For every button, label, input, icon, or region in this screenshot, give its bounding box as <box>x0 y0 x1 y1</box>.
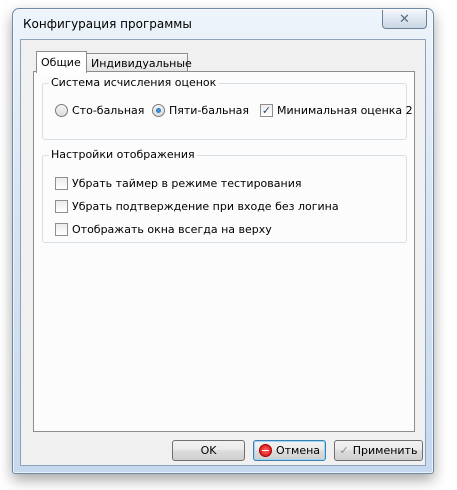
radio-selected-icon[interactable] <box>152 104 165 117</box>
checkbox-hide-timer[interactable]: Убрать таймер в режиме тестирования <box>55 177 301 190</box>
cancel-button[interactable]: Отмена <box>253 440 326 461</box>
radio-hundred-point[interactable]: Сто-бальная <box>55 104 144 117</box>
window-title: Конфигурация программы <box>23 17 192 31</box>
ok-button[interactable]: OK <box>172 440 245 461</box>
checkbox-unchecked-icon[interactable] <box>55 200 68 213</box>
radio-five-point-label: Пяти-бальная <box>169 104 250 117</box>
title-bar[interactable]: Конфигурация программы ✕ <box>13 9 433 39</box>
checkmark-icon: ✓ <box>339 444 349 457</box>
cancel-button-label: Отмена <box>275 444 321 457</box>
radio-five-point[interactable]: Пяти-бальная <box>152 104 249 117</box>
checkbox-min-grade-2[interactable]: ✓ Минимальная оценка 2 <box>260 104 413 117</box>
config-dialog: Конфигурация программы ✕ Общие Индивидуа… <box>12 8 434 474</box>
dialog-client-area: Общие Индивидуальные Система исчисления … <box>20 39 426 466</box>
radio-hundred-point-label: Сто-бальная <box>72 104 145 117</box>
radio-unselected-icon[interactable] <box>55 104 68 117</box>
tab-individual[interactable]: Индивидуальные <box>86 53 192 72</box>
radio-dot-icon <box>156 108 161 113</box>
grading-group-title: Система исчисления оценок <box>49 76 219 89</box>
checkbox-hide-timer-label: Убрать таймер в режиме тестирования <box>72 177 302 190</box>
checkbox-hide-confirmation-label: Убрать подтверждение при входе без логин… <box>72 200 339 213</box>
ok-button-label: OK <box>200 444 217 457</box>
close-button[interactable]: ✕ <box>382 10 427 29</box>
apply-button-label: Применить <box>352 444 418 457</box>
tab-general[interactable]: Общие <box>36 51 87 73</box>
display-settings-group: Настройки отображения Убрать таймер в ре… <box>42 148 407 243</box>
checkbox-hide-confirmation[interactable]: Убрать подтверждение при входе без логин… <box>55 200 339 213</box>
checkbox-min-grade-2-label: Минимальная оценка 2 <box>277 104 413 117</box>
tab-individual-label: Индивидуальные <box>91 56 192 70</box>
tab-general-label: Общие <box>41 56 81 69</box>
apply-button[interactable]: ✓ Применить <box>334 440 423 461</box>
checkbox-unchecked-icon[interactable] <box>55 177 68 190</box>
checkbox-always-on-top-label: Отображать окна всегда на верху <box>72 223 272 236</box>
checkbox-always-on-top[interactable]: Отображать окна всегда на верху <box>55 223 272 236</box>
checkbox-checked-icon[interactable]: ✓ <box>260 104 273 117</box>
close-icon: ✕ <box>399 11 410 27</box>
tab-panel-general: Система исчисления оценок Сто-бальная Пя… <box>33 71 415 432</box>
cancel-icon <box>258 444 272 457</box>
checkbox-unchecked-icon[interactable] <box>55 223 68 236</box>
display-group-title: Настройки отображения <box>49 148 197 161</box>
grading-system-group: Система исчисления оценок Сто-бальная Пя… <box>42 76 413 140</box>
